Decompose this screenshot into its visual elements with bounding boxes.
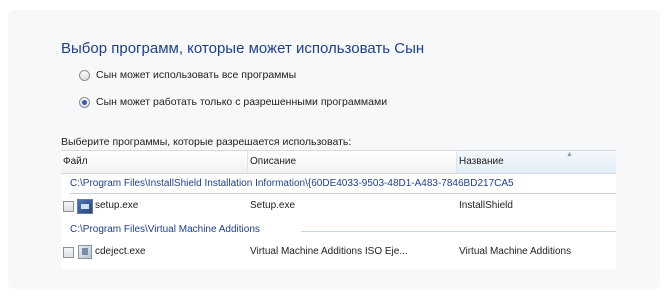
radio-icon[interactable]	[79, 96, 90, 108]
name-cell: InstallShield	[459, 200, 513, 211]
file-cell: setup.exe	[95, 200, 139, 211]
table-row[interactable]: setup.exe Setup.exe InstallShield	[61, 198, 616, 216]
description-cell: Setup.exe	[250, 200, 296, 211]
sort-arrow-icon: ▲	[566, 151, 573, 158]
installer-icon	[77, 199, 93, 214]
group-path-virtual-machine[interactable]: C:\Program Files\Virtual Machine Additio…	[70, 224, 260, 235]
table-row[interactable]: cdeject.exe Virtual Machine Additions IS…	[61, 244, 616, 262]
option-all-programs[interactable]: Сын может использовать все программы	[79, 67, 296, 83]
application-icon	[78, 245, 92, 259]
program-checkbox[interactable]	[63, 201, 74, 212]
program-list-label: Выберите программы, которые разрешается …	[61, 136, 352, 148]
group-divider	[70, 193, 616, 194]
radio-icon[interactable]	[79, 69, 90, 81]
column-header-name[interactable]: Название	[457, 151, 616, 173]
option-allowed-programs-label: Сын может работать только с разрешенными…	[96, 96, 388, 108]
column-header-file[interactable]: Файл	[61, 151, 248, 173]
file-cell: cdeject.exe	[95, 246, 146, 257]
program-list[interactable]: Файл Описание Название ▲ C:\Program File…	[61, 150, 616, 269]
group-path-installshield[interactable]: C:\Program Files\InstallShield Installat…	[70, 178, 514, 189]
option-all-programs-label: Сын может использовать все программы	[96, 69, 297, 81]
description-cell: Virtual Machine Additions ISO Eje...	[250, 246, 408, 257]
name-cell: Virtual Machine Additions	[459, 246, 572, 257]
list-header: Файл Описание Название ▲	[61, 151, 616, 174]
option-allowed-programs[interactable]: Сын может работать только с разрешенными…	[79, 94, 387, 110]
page-title: Выбор программ, которые может использова…	[61, 40, 425, 57]
group-divider	[301, 231, 616, 232]
column-header-description[interactable]: Описание	[248, 151, 457, 173]
program-checkbox[interactable]	[63, 247, 74, 258]
